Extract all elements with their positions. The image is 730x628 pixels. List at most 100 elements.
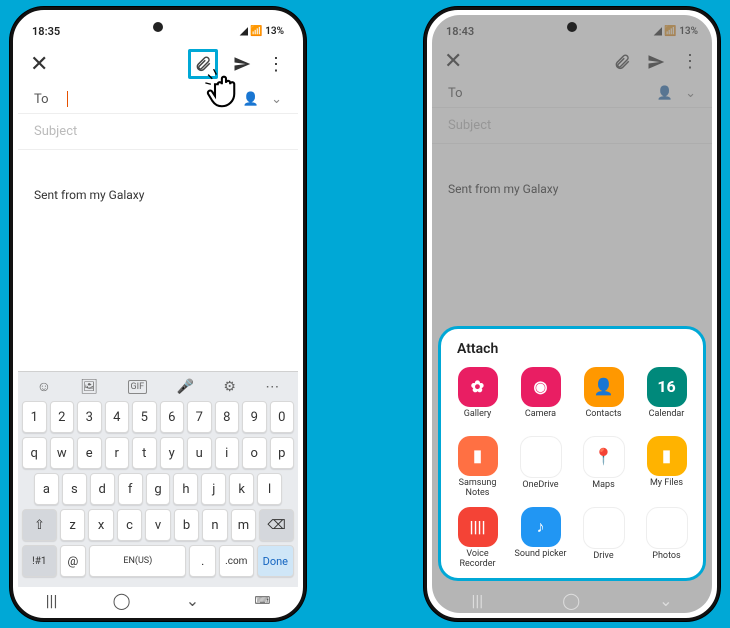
app-drive[interactable]: ▲Drive xyxy=(573,505,634,574)
app-photos[interactable]: ✦Photos xyxy=(636,505,697,574)
app-contacts[interactable]: 👤Contacts xyxy=(573,365,634,432)
key-f[interactable]: f xyxy=(118,473,143,505)
drive-icon: ▲ xyxy=(583,507,625,549)
key-0[interactable]: 0 xyxy=(270,401,295,433)
key-k[interactable]: k xyxy=(229,473,254,505)
key-backspace[interactable]: ⌫ xyxy=(259,509,294,541)
text-cursor xyxy=(67,91,69,107)
key-4[interactable]: 4 xyxy=(105,401,130,433)
key-p[interactable]: p xyxy=(270,437,295,469)
key-shift[interactable]: ⇧ xyxy=(22,509,57,541)
send-button[interactable] xyxy=(232,54,252,74)
sound-picker-icon: ♪ xyxy=(521,507,561,547)
app-calendar[interactable]: 16Calendar xyxy=(636,365,697,432)
app-label: Camera xyxy=(525,410,556,430)
to-row[interactable]: To 👤 ⌄ xyxy=(18,85,298,114)
sheet-title: Attach xyxy=(447,339,697,365)
key-u[interactable]: u xyxy=(187,437,212,469)
key-symbols[interactable]: !#1 xyxy=(22,545,57,577)
app-my-files[interactable]: ▮ My Files xyxy=(636,434,697,503)
key-2[interactable]: 2 xyxy=(50,401,75,433)
key-n[interactable]: n xyxy=(202,509,227,541)
attach-button[interactable] xyxy=(188,49,218,79)
key-y[interactable]: y xyxy=(160,437,185,469)
camera-icon: ◉ xyxy=(521,367,561,407)
expand-icon[interactable]: ⌄ xyxy=(271,92,282,107)
key-3[interactable]: 3 xyxy=(77,401,102,433)
sticker-icon[interactable]: 🖼 xyxy=(80,379,98,395)
status-bar: 18:35 ◢ 📶 13% xyxy=(18,15,298,43)
keyboard[interactable]: ☺ 🖼 GIF 🎤 ⚙ ⋯ 1234567890 qwertyuiop asdfgh… xyxy=(18,371,298,587)
app-voice-recorder[interactable]: |||| Voice Recorder xyxy=(447,505,508,574)
app-label: OneDrive xyxy=(522,481,558,501)
key-x[interactable]: x xyxy=(88,509,113,541)
nav-recent[interactable]: ||| xyxy=(471,591,483,610)
key-q[interactable]: q xyxy=(22,437,47,469)
key-m[interactable]: m xyxy=(231,509,256,541)
key-7[interactable]: 7 xyxy=(187,401,212,433)
voice-recorder-icon: |||| xyxy=(458,507,498,547)
paperclip-icon xyxy=(194,55,212,73)
key-com[interactable]: .com xyxy=(219,545,254,577)
app-label: Voice Recorder xyxy=(449,550,506,570)
gallery-icon: ✿ xyxy=(458,367,498,407)
key-c[interactable]: c xyxy=(117,509,142,541)
key-lang[interactable]: EN(US) xyxy=(89,545,186,577)
app-gallery[interactable]: ✿Gallery xyxy=(447,365,508,432)
key-b[interactable]: b xyxy=(174,509,199,541)
app-samsung-notes[interactable]: ▮Samsung Notes xyxy=(447,434,508,503)
app-camera[interactable]: ◉ Camera xyxy=(510,365,571,432)
email-body[interactable]: Sent from my Galaxy xyxy=(18,150,298,240)
key-z[interactable]: z xyxy=(60,509,85,541)
key-a[interactable]: a xyxy=(34,473,59,505)
keyboard-toolbar: ☺ 🖼 GIF 🎤 ⚙ ⋯ xyxy=(18,372,298,401)
key-h[interactable]: h xyxy=(173,473,198,505)
key-o[interactable]: o xyxy=(242,437,267,469)
key-l[interactable]: l xyxy=(257,473,282,505)
onedrive-icon: ☁ xyxy=(520,436,562,478)
key-5[interactable]: 5 xyxy=(132,401,157,433)
nav-keyboard-icon[interactable]: ⌨ xyxy=(254,594,270,607)
key-8[interactable]: 8 xyxy=(215,401,240,433)
key-e[interactable]: e xyxy=(77,437,102,469)
more-button[interactable]: ⋮ xyxy=(266,54,286,74)
key-done[interactable]: Done xyxy=(257,545,294,577)
key-i[interactable]: i xyxy=(215,437,240,469)
status-time: 18:35 xyxy=(32,25,60,38)
nav-back[interactable]: ⌄ xyxy=(659,591,672,610)
key-1[interactable]: 1 xyxy=(22,401,47,433)
samsung-notes-icon: ▮ xyxy=(458,436,498,476)
contact-picker-icon[interactable]: 👤 xyxy=(243,92,259,107)
key-r[interactable]: r xyxy=(105,437,130,469)
subject-input[interactable]: Subject xyxy=(18,114,298,150)
key-w[interactable]: w xyxy=(50,437,75,469)
key-d[interactable]: d xyxy=(90,473,115,505)
key-g[interactable]: g xyxy=(146,473,171,505)
key-j[interactable]: j xyxy=(201,473,226,505)
app-label: Calendar xyxy=(649,410,685,430)
my-files-icon: ▮ xyxy=(647,436,687,476)
mic-icon[interactable]: 🎤 xyxy=(177,379,194,395)
key-s[interactable]: s xyxy=(62,473,87,505)
nav-home[interactable]: ◯ xyxy=(562,591,580,610)
settings-icon[interactable]: ⚙ xyxy=(223,379,236,395)
app-label: My Files xyxy=(650,479,683,499)
nav-bar: ||| ◯ ⌄ xyxy=(432,587,712,613)
close-button[interactable]: ✕ xyxy=(30,52,48,77)
key-dot[interactable]: . xyxy=(189,545,216,577)
key-t[interactable]: t xyxy=(132,437,157,469)
emoji-icon[interactable]: ☺ xyxy=(37,378,51,395)
app-onedrive[interactable]: ☁ OneDrive xyxy=(510,434,571,503)
nav-home[interactable]: ◯ xyxy=(113,591,131,610)
kb-more-icon[interactable]: ⋯ xyxy=(265,379,279,395)
key-v[interactable]: v xyxy=(145,509,170,541)
nav-recent[interactable]: ||| xyxy=(46,591,58,610)
nav-back[interactable]: ⌄ xyxy=(186,591,199,610)
key-at[interactable]: @ xyxy=(60,545,87,577)
gif-icon[interactable]: GIF xyxy=(128,380,148,394)
app-maps[interactable]: 📍Maps xyxy=(573,434,634,503)
compose-toolbar: ✕ ⋮ xyxy=(18,43,298,85)
key-9[interactable]: 9 xyxy=(242,401,267,433)
key-6[interactable]: 6 xyxy=(160,401,185,433)
app-sound-picker[interactable]: ♪Sound picker xyxy=(510,505,571,574)
